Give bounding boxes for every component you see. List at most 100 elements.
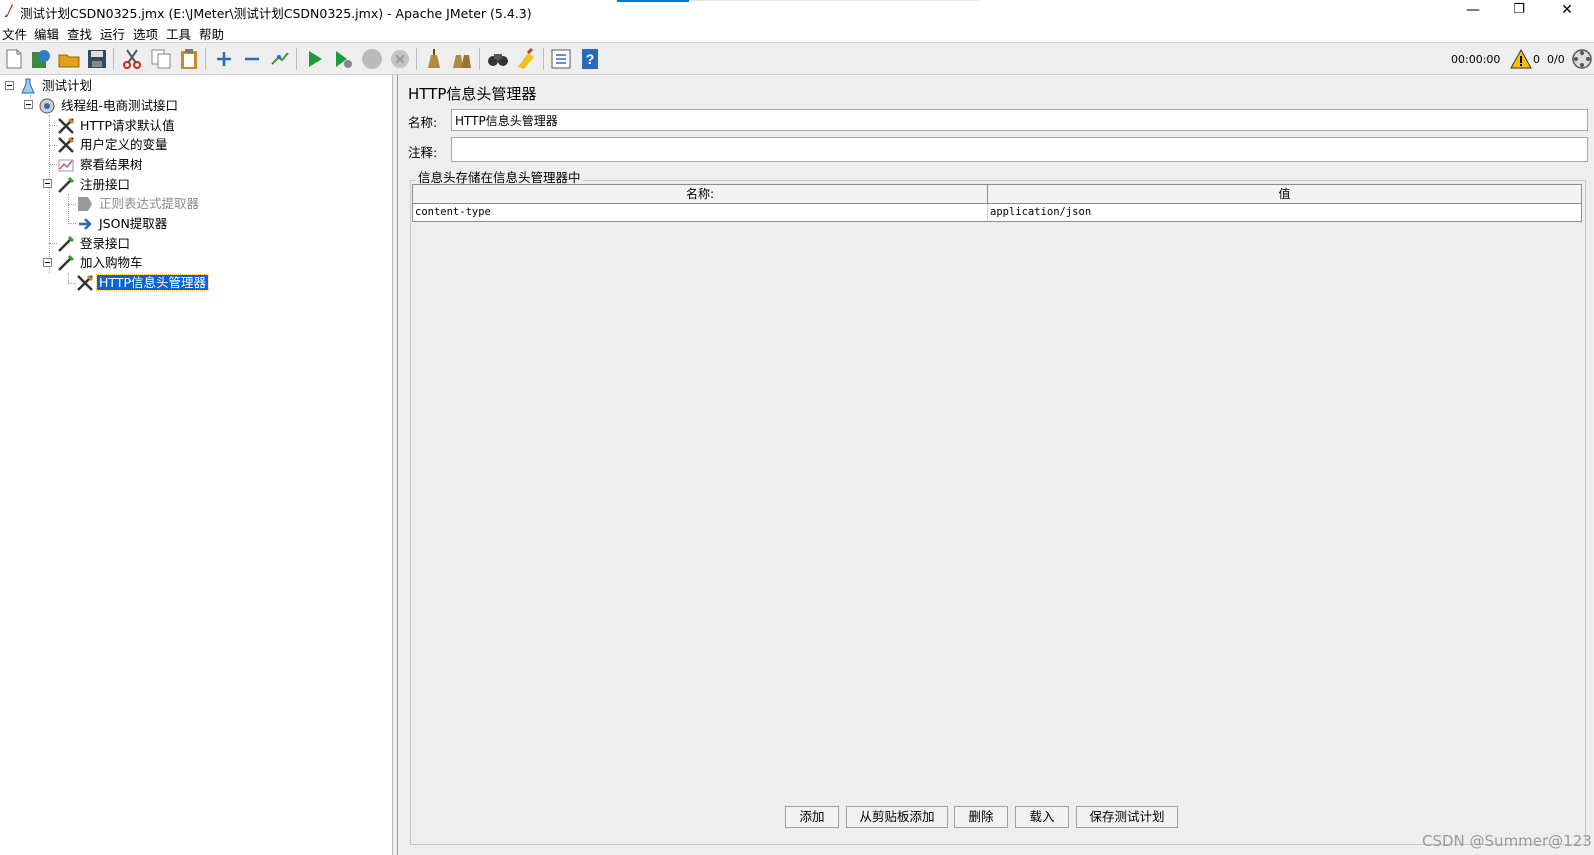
tree-node-label: 正则表达式提取器 <box>99 195 200 211</box>
close-button[interactable]: ✕ <box>1544 0 1590 22</box>
title-accent-line <box>689 0 979 1</box>
tree-connector <box>68 283 76 284</box>
tree-node-thread-group[interactable]: 线程组-电商测试接口 <box>38 95 180 115</box>
warning-icon[interactable] <box>1510 48 1532 70</box>
toolbar-separator <box>113 48 114 70</box>
tree-node-json-extractor[interactable]: JSON提取器 <box>76 213 169 233</box>
start-icon[interactable] <box>303 47 327 71</box>
toggle-icon[interactable] <box>268 47 292 71</box>
headers-table[interactable]: 名称: 值 content-type application/json <box>412 184 1582 222</box>
menu-tools[interactable]: 工具 <box>166 24 191 43</box>
tree-node-test-plan[interactable]: 测试计划 <box>19 75 94 95</box>
reset-search-icon[interactable] <box>514 47 538 71</box>
name-label: 名称: <box>408 115 438 130</box>
title-accent <box>617 0 689 2</box>
tree-node-add-to-cart[interactable]: 加入购物车 <box>57 252 145 272</box>
tree-node-view-results-tree[interactable]: 察看结果树 <box>57 154 145 174</box>
tree-node-label: 注册接口 <box>80 176 131 192</box>
watermark: CSDN @Summer@123 <box>1422 832 1592 850</box>
menu-file[interactable]: 文件 <box>2 24 27 43</box>
comment-field[interactable] <box>451 137 1588 162</box>
tree-collapse-toggle[interactable] <box>5 81 14 90</box>
column-header-name[interactable]: 名称: <box>413 185 988 204</box>
tree-node-label: 用户定义的变量 <box>80 136 168 152</box>
tree-connector <box>49 115 50 273</box>
tree-node-http-defaults[interactable]: HTTP请求默认值 <box>57 115 177 135</box>
tree-node-label: 线程组-电商测试接口 <box>61 97 179 113</box>
tree-connector <box>68 273 69 283</box>
tree-connector <box>49 164 57 165</box>
tree-collapse-toggle[interactable] <box>43 258 52 267</box>
panel-title: HTTP信息头管理器 <box>408 85 537 103</box>
toolbar: ? 00:00:00 0 0/0 <box>0 42 1594 75</box>
delete-button[interactable]: 删除 <box>954 806 1008 828</box>
load-button[interactable]: 载入 <box>1015 806 1069 828</box>
table-cell-name[interactable]: content-type <box>413 204 988 220</box>
menu-edit[interactable]: 编辑 <box>34 24 59 43</box>
test-plan-icon <box>19 77 37 95</box>
expand-icon[interactable] <box>212 47 236 71</box>
copy-icon[interactable] <box>149 47 173 71</box>
open-icon[interactable] <box>57 47 81 71</box>
config-element-icon <box>57 136 75 154</box>
clear-icon[interactable] <box>422 47 446 71</box>
tree-connector <box>49 145 57 146</box>
paste-icon[interactable] <box>177 47 201 71</box>
tree-collapse-toggle[interactable] <box>24 100 33 109</box>
sampler-icon <box>57 254 75 272</box>
toolbar-separator <box>543 48 544 70</box>
tree-node-regex-extractor[interactable]: 正则表达式提取器 <box>76 193 201 213</box>
start-no-pause-icon[interactable] <box>331 47 355 71</box>
config-element-icon <box>76 274 94 292</box>
tree-node-label: HTTP信息头管理器 <box>96 273 209 291</box>
tree-node-http-header-manager[interactable]: HTTP信息头管理器 <box>76 272 209 292</box>
test-plan-tree: 测试计划 线程组-电商测试接口 HTTP请求默认值 用户定义的变量 察看结果树 … <box>0 75 393 855</box>
tree-connector <box>68 223 76 224</box>
menu-options[interactable]: 选项 <box>133 24 158 43</box>
restore-button[interactable]: ❐ <box>1496 0 1542 22</box>
sampler-icon <box>57 176 75 194</box>
new-icon[interactable] <box>2 47 26 71</box>
cut-icon[interactable] <box>120 47 144 71</box>
search-icon[interactable] <box>486 47 510 71</box>
table-cell-value[interactable]: application/json <box>988 204 1581 220</box>
name-field[interactable] <box>451 109 1588 131</box>
toolbar-separator <box>416 48 417 70</box>
tree-node-label: 测试计划 <box>42 77 93 93</box>
save-test-plan-button[interactable]: 保存测试计划 <box>1076 806 1178 828</box>
help-icon[interactable]: ? <box>578 47 602 71</box>
tree-connector <box>68 194 69 224</box>
elapsed-timer: 00:00:00 <box>1451 53 1501 66</box>
save-icon[interactable] <box>85 47 109 71</box>
templates-icon[interactable] <box>29 47 53 71</box>
run-status-icon <box>1571 48 1593 70</box>
listener-icon <box>57 156 75 174</box>
tree-collapse-toggle[interactable] <box>43 179 52 188</box>
config-element-icon <box>57 117 75 135</box>
tree-node-register-api[interactable]: 注册接口 <box>57 174 132 194</box>
add-button[interactable]: 添加 <box>785 806 839 828</box>
menu-search[interactable]: 查找 <box>67 24 92 43</box>
tree-node-user-variables[interactable]: 用户定义的变量 <box>57 134 170 154</box>
minimize-button[interactable]: — <box>1450 0 1496 22</box>
stop-icon[interactable] <box>360 47 384 71</box>
post-processor-icon <box>76 195 94 213</box>
toolbar-separator <box>205 48 206 70</box>
shutdown-icon[interactable] <box>388 47 412 71</box>
window-title: 测试计划CSDN0325.jmx (E:\JMeter\测试计划CSDN0325… <box>20 6 532 21</box>
tree-node-label: HTTP请求默认值 <box>80 117 175 133</box>
column-header-value[interactable]: 值 <box>988 185 1581 204</box>
clear-all-icon[interactable] <box>450 47 474 71</box>
menu-help[interactable]: 帮助 <box>199 24 224 43</box>
title-bar: 测试计划CSDN0325.jmx (E:\JMeter\测试计划CSDN0325… <box>0 0 1594 22</box>
collapse-icon[interactable] <box>240 47 264 71</box>
headers-group-box <box>410 180 1586 845</box>
add-from-clipboard-button[interactable]: 从剪贴板添加 <box>846 806 948 828</box>
active-threads-count: 0/0 <box>1547 53 1565 66</box>
tree-connector <box>49 243 57 244</box>
tree-node-login-api[interactable]: 登录接口 <box>57 233 132 253</box>
menu-run[interactable]: 运行 <box>100 24 125 43</box>
tree-node-label: 登录接口 <box>80 235 131 251</box>
warning-count: 0 <box>1533 53 1540 66</box>
function-helper-icon[interactable] <box>549 47 573 71</box>
